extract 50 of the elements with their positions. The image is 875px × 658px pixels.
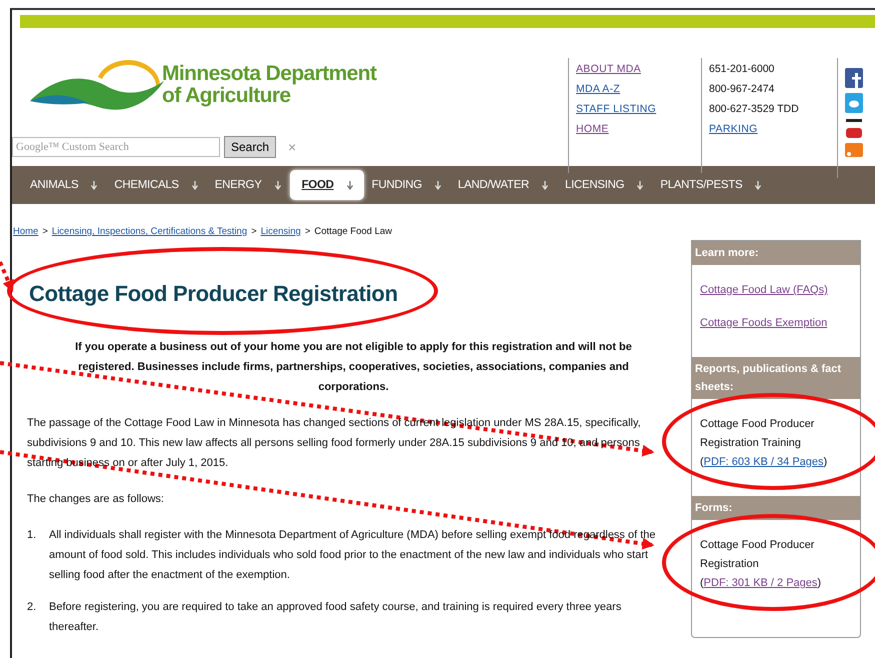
nav-item[interactable]: FOOD [290,170,364,200]
paragraph: The changes are as follows: [27,492,165,507]
logo-text: Minnesota Department of Agriculture [162,63,376,107]
search-button[interactable]: Search [224,136,276,158]
phone-number: 800-967-2474 [709,83,776,95]
nav-item[interactable]: PLANTS/PESTS [652,170,770,200]
header-link[interactable]: PARKING [709,123,837,135]
pdf-link[interactable]: PDF: 603 KB / 34 Pages [704,456,824,468]
sidebar-heading: Forms: [692,496,860,520]
down-arrow-icon [541,180,550,190]
document-entry: Cottage Food Producer Registration (PDF: 301 KB / 2 Pages) [700,538,822,591]
breadcrumb-link[interactable]: Licensing, Inspections, Certifications & Testing [52,226,248,237]
down-arrow-icon [274,180,282,190]
down-arrow-icon [636,180,644,190]
nav-item[interactable]: LICENSING [557,170,652,200]
down-arrow-icon [754,180,762,190]
header-link[interactable]: MDA A-Z [576,83,701,95]
sidebar-heading: Reports, publications & fact sheets: [692,357,860,399]
breadcrumb-separator: > [42,226,48,237]
header-link[interactable]: ABOUT MDA [576,63,701,75]
pdf-link[interactable]: PDF: 301 KB / 2 Pages [704,577,818,589]
rss-icon[interactable] [845,143,863,157]
nav-item[interactable]: ANIMALS [22,170,106,200]
breadcrumb-link[interactable]: Licensing [260,226,301,237]
nav-item[interactable]: FUNDING [364,170,450,200]
down-arrow-icon [434,180,442,190]
header-link[interactable]: STAFF LISTING [576,103,701,115]
breadcrumb-current: Cottage Food Law [314,226,392,237]
notice-text: If you operate a business out of your home you are not eligible to apply for this registration and will not be registered. Businesses include firms, partnerships, cooperatives, societies, associations, companies and corporations. [74,340,633,395]
sidebar-link[interactable]: Cottage Food Law (FAQs) [700,281,854,300]
down-arrow-icon [346,180,354,190]
sidebar-link[interactable]: Cottage Foods Exemption [700,314,854,333]
header-link[interactable]: HOME [576,123,701,135]
nav-item[interactable]: LAND/WATER [450,170,558,200]
list-number: 1. [27,528,38,543]
down-arrow-icon [90,180,98,190]
breadcrumb-separator: > [304,226,310,237]
sidebar-heading: Learn more: [692,241,860,265]
breadcrumb-link[interactable]: Home [13,226,38,237]
down-arrow-icon [190,180,199,190]
breadcrumb-separator: > [251,226,257,237]
list-text: Before registering, you are required to take an approved food safety course, and training is required every three years thereafter. [49,600,622,635]
document-entry: Cottage Food Producer Registration Training (PDF: 603 KB / 34 Pages) [700,417,828,470]
search-field[interactable]: Google™ Custom Search [12,137,220,157]
phone-number: 651-201-6000 [709,63,776,75]
page-title: Cottage Food Producer Registration [29,281,398,307]
list-number: 2. [27,600,38,615]
phone-number: 800-627-3529 TDD [709,103,800,115]
nav-item[interactable]: CHEMICALS [106,170,207,200]
nav-item[interactable]: ENERGY [206,170,290,200]
